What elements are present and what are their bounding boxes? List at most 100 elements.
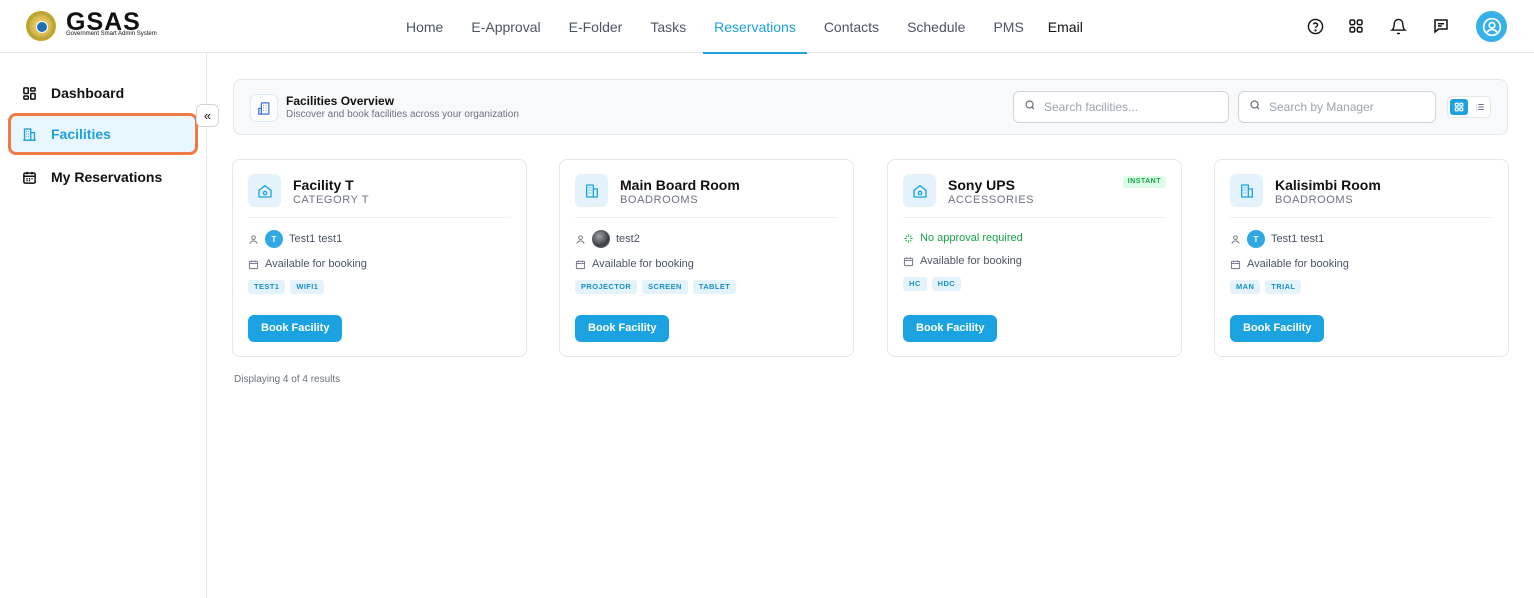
list-view-button[interactable] (1471, 99, 1489, 115)
person-icon (575, 234, 586, 245)
calendar-icon (22, 169, 38, 185)
calendar-check-icon (1230, 259, 1241, 270)
tag: SCREEN (642, 280, 688, 294)
sidebar-item-my-reservations[interactable]: My Reservations (8, 157, 198, 197)
nav-reservations[interactable]: Reservations (700, 0, 810, 54)
calendar-check-icon (903, 256, 914, 267)
person-icon (248, 234, 259, 245)
nav-contacts[interactable]: Contacts (810, 0, 893, 53)
facility-category: ACCESSORIES (948, 194, 1035, 206)
nav-e-approval[interactable]: E-Approval (457, 0, 554, 53)
tag: WIFI1 (290, 280, 325, 294)
facility-name: Kalisimbi Room (1275, 177, 1381, 193)
bell-icon[interactable] (1388, 16, 1408, 36)
book-facility-button[interactable]: Book Facility (575, 315, 670, 342)
calendar-check-icon (248, 259, 259, 270)
main-nav: Home E-Approval E-Folder Tasks Reservati… (392, 0, 1097, 54)
manager-name: test2 (616, 233, 640, 245)
manager-name: Test1 test1 (289, 233, 343, 245)
tag: TRIAL (1265, 280, 1302, 294)
sidebar-item-facilities[interactable]: Facilities (8, 113, 198, 155)
facility-card: Main Board Room BOADROOMS test2 Availabl… (559, 159, 854, 357)
sidebar-item-dashboard[interactable]: Dashboard (8, 73, 198, 113)
facility-category: CATEGORY T (293, 194, 370, 206)
view-toggle (1447, 96, 1491, 118)
facility-card: Facility T CATEGORY T T Test1 test1 Avai… (232, 159, 527, 357)
collapse-sidebar-button[interactable]: « (196, 104, 219, 127)
divider (575, 217, 838, 218)
facility-name: Sony UPS (948, 177, 1015, 193)
home-building-icon (248, 174, 281, 207)
availability-row: Available for booking (1230, 258, 1349, 270)
tag: TEST1 (248, 280, 286, 294)
search-facilities-field[interactable] (1013, 91, 1229, 123)
facility-card: Kalisimbi Room BOADROOMS T Test1 test1 A… (1214, 159, 1509, 357)
nav-schedule[interactable]: Schedule (893, 0, 979, 53)
tag-list: MAN TRIAL (1230, 280, 1302, 294)
manager-photo-avatar (592, 230, 610, 248)
sparkle-icon (903, 233, 914, 244)
availability-text: Available for booking (265, 258, 367, 270)
home-building-icon (903, 174, 936, 207)
sidebar-item-label: Facilities (51, 126, 111, 142)
user-avatar-icon[interactable] (1476, 11, 1507, 42)
manager-avatar: T (1247, 230, 1265, 248)
book-facility-button[interactable]: Book Facility (248, 315, 343, 342)
tag: TABLET (692, 280, 737, 294)
overview-title: Facilities Overview (286, 94, 395, 108)
nav-tasks[interactable]: Tasks (636, 0, 700, 53)
divider (1230, 217, 1493, 218)
overview-subtitle: Discover and book facilities across your… (286, 109, 519, 120)
nav-pms[interactable]: PMS (979, 0, 1037, 53)
building-icon (575, 174, 608, 207)
search-manager-field[interactable] (1238, 91, 1436, 123)
approval-text: No approval required (920, 232, 1023, 244)
search-facilities-input[interactable] (1044, 100, 1214, 114)
nav-email[interactable]: Email (1038, 0, 1097, 53)
book-facility-button[interactable]: Book Facility (1230, 315, 1325, 342)
instant-badge: INSTANT (1122, 176, 1166, 188)
manager-avatar: T (265, 230, 283, 248)
sidebar: Dashboard Facilities My Reservations (0, 53, 207, 598)
sidebar-item-label: Dashboard (51, 85, 125, 101)
dashboard-icon (22, 85, 38, 101)
calendar-check-icon (575, 259, 586, 270)
facility-name: Main Board Room (620, 177, 740, 193)
help-icon[interactable] (1305, 16, 1325, 36)
manager-row: test2 (575, 230, 640, 248)
facility-name: Facility T (293, 177, 354, 193)
nav-home[interactable]: Home (392, 0, 457, 53)
availability-row: Available for booking (248, 258, 367, 270)
search-icon (1249, 98, 1261, 116)
divider (903, 217, 1166, 218)
chat-icon[interactable] (1431, 16, 1451, 36)
double-chevron-left-icon: « (203, 108, 212, 123)
availability-text: Available for booking (1247, 258, 1349, 270)
manager-row: T Test1 test1 (1230, 230, 1324, 248)
availability-row: Available for booking (903, 255, 1022, 267)
tag-list: TEST1 WIFI1 (248, 280, 325, 294)
nav-e-folder[interactable]: E-Folder (555, 0, 637, 53)
availability-row: Available for booking (575, 258, 694, 270)
book-facility-button[interactable]: Book Facility (903, 315, 998, 342)
availability-text: Available for booking (920, 255, 1022, 267)
tag: MAN (1230, 280, 1261, 294)
gsas-logo[interactable]: GSAS Government Smart Admin System (26, 8, 166, 42)
sidebar-item-label: My Reservations (51, 169, 163, 185)
building-icon (1230, 174, 1263, 207)
tag: HDC (931, 277, 962, 291)
grid-view-button[interactable] (1450, 99, 1468, 115)
manager-row: T Test1 test1 (248, 230, 342, 248)
logo-subtitle: Government Smart Admin System (66, 31, 157, 37)
tag-list: PROJECTOR SCREEN TABLET (575, 280, 737, 294)
search-manager-input[interactable] (1269, 100, 1419, 114)
facility-category: BOADROOMS (1275, 194, 1354, 206)
apps-grid-icon[interactable] (1346, 16, 1366, 36)
divider (248, 217, 511, 218)
search-icon (1024, 98, 1036, 116)
approval-row: No approval required (903, 232, 1023, 244)
facilities-overview-bar: Facilities Overview Discover and book fa… (233, 79, 1508, 135)
facilities-icon (250, 94, 278, 122)
national-emblem-icon (26, 11, 56, 41)
results-count: Displaying 4 of 4 results (234, 374, 341, 385)
